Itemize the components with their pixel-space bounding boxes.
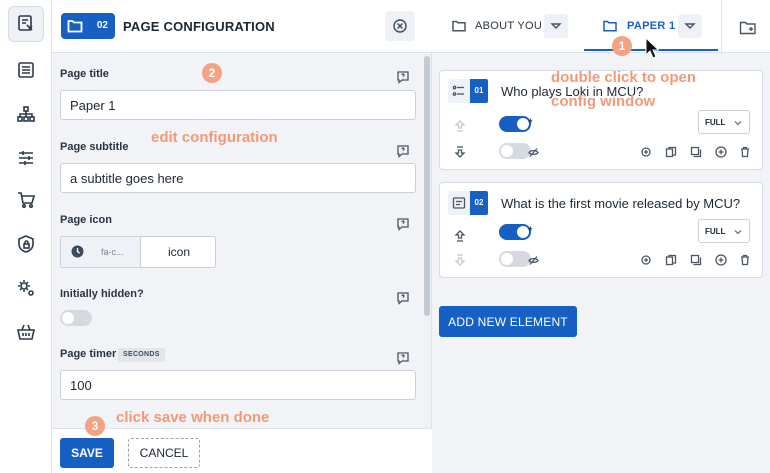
config-header: 02 PAGE CONFIGURATION <box>52 0 432 53</box>
page-title-label: Page title <box>60 68 109 80</box>
sliders-icon[interactable] <box>8 140 44 176</box>
copy-icon[interactable] <box>665 253 677 266</box>
page-subtitle-label: Page subtitle <box>60 141 129 153</box>
page-title-input[interactable] <box>60 90 416 120</box>
add-page-icon[interactable] <box>739 19 757 37</box>
save-button[interactable]: SAVE <box>60 438 114 468</box>
sidebar-rail <box>0 0 52 473</box>
help-icon[interactable] <box>396 217 410 231</box>
eye-slash-icon <box>528 145 539 157</box>
cart-icon[interactable] <box>8 182 44 218</box>
config-footer: SAVE CANCEL <box>52 428 432 473</box>
annotation-edit-configuration: edit configuration <box>151 129 278 146</box>
add-icon[interactable] <box>715 145 727 158</box>
help-icon[interactable] <box>396 351 410 365</box>
trash-icon[interactable] <box>739 253 751 266</box>
tab-divider <box>721 0 722 53</box>
trash-icon[interactable] <box>739 145 751 158</box>
cancel-button[interactable]: CANCEL <box>128 438 200 468</box>
config-title: PAGE CONFIGURATION <box>123 19 275 34</box>
page-badge-number: 02 <box>96 20 108 31</box>
copy-icon[interactable] <box>665 145 677 158</box>
required-toggle[interactable] <box>499 224 531 240</box>
gears-icon[interactable] <box>8 270 44 306</box>
initially-hidden-label: Initially hidden? <box>60 288 144 300</box>
page-icon-picker[interactable]: fa-c... icon <box>60 236 216 268</box>
help-icon[interactable] <box>396 70 410 84</box>
annotation-click-save: click save when done <box>116 409 270 426</box>
folder-icon <box>452 19 466 33</box>
multiple-choice-icon <box>448 79 470 103</box>
duplicate-icon[interactable] <box>690 253 702 266</box>
sitemap-icon[interactable] <box>8 96 44 132</box>
folder-icon <box>603 19 617 33</box>
initially-hidden-toggle[interactable] <box>60 310 92 326</box>
folder-icon <box>67 20 83 33</box>
add-icon[interactable] <box>715 253 727 266</box>
move-up-icon[interactable] <box>453 229 467 243</box>
chevron-down-icon <box>684 23 696 29</box>
close-icon <box>393 19 407 33</box>
page-icon-label: Page icon <box>60 214 112 226</box>
move-down-icon[interactable] <box>453 253 467 267</box>
hidden-toggle[interactable] <box>499 143 531 159</box>
duplicate-icon[interactable] <box>690 145 702 158</box>
page-badge: 02 <box>61 13 115 39</box>
chevron-down-icon <box>734 230 742 235</box>
question-number: 02 <box>470 191 488 215</box>
move-up-icon[interactable] <box>453 119 467 133</box>
width-select-value: FULL <box>705 227 726 236</box>
shield-lock-icon[interactable] <box>8 226 44 262</box>
step-marker-1: 1 <box>612 36 632 56</box>
short-text-icon <box>448 191 470 215</box>
tab-paper-1-dropdown[interactable] <box>678 14 702 38</box>
basket-icon[interactable] <box>8 314 44 350</box>
tab-paper-1[interactable]: PAPER 1 <box>627 20 675 32</box>
hidden-toggle[interactable] <box>499 251 531 267</box>
icon-preview: fa-c... <box>61 237 141 267</box>
page-configuration-panel: 02 PAGE CONFIGURATION Page title Page su… <box>52 0 432 473</box>
annotation-config-window: config window <box>551 93 656 110</box>
clock-icon <box>71 245 84 258</box>
help-icon[interactable] <box>396 144 410 158</box>
add-new-element-button[interactable]: ADD NEW ELEMENT <box>439 306 577 337</box>
page-tabs: ABOUT YOU PAPER 1 <box>432 0 770 53</box>
page-subtitle-input[interactable] <box>60 163 416 193</box>
scrollbar-thumb[interactable] <box>424 56 430 316</box>
help-icon[interactable] <box>396 291 410 305</box>
logic-icon[interactable] <box>640 253 652 265</box>
required-toggle[interactable] <box>499 116 531 132</box>
step-marker-2: 2 <box>202 63 222 83</box>
page-timer-unit-badge: SECONDS <box>118 348 165 362</box>
logic-icon[interactable] <box>640 145 652 157</box>
page-icon-value: fa-c... <box>101 247 124 257</box>
list-icon[interactable] <box>8 52 44 88</box>
width-select[interactable]: FULL <box>698 219 750 243</box>
width-select[interactable]: FULL <box>698 110 750 134</box>
step-marker-3: 3 <box>85 416 105 436</box>
page-timer-input[interactable] <box>60 370 416 400</box>
forms-icon[interactable] <box>8 6 44 42</box>
tab-about-you[interactable]: ABOUT YOU <box>475 20 542 32</box>
question-card[interactable]: 02 What is the first movie released by M… <box>439 182 763 278</box>
question-text: What is the first movie released by MCU? <box>501 196 741 211</box>
chevron-down-icon <box>734 121 742 126</box>
eye-slash-icon <box>528 253 539 265</box>
required-asterisk: * <box>528 224 533 238</box>
chevron-down-icon <box>550 23 562 29</box>
close-button[interactable] <box>385 11 415 41</box>
required-asterisk: * <box>528 116 533 130</box>
tab-about-you-dropdown[interactable] <box>544 14 568 38</box>
mouse-cursor-icon <box>645 37 659 59</box>
width-select-value: FULL <box>705 118 726 127</box>
annotation-double-click: double click to open <box>551 69 697 86</box>
choose-icon-button[interactable]: icon <box>141 245 217 259</box>
question-number: 01 <box>470 79 488 103</box>
page-timer-label: Page timer <box>60 348 117 360</box>
move-down-icon[interactable] <box>453 145 467 159</box>
